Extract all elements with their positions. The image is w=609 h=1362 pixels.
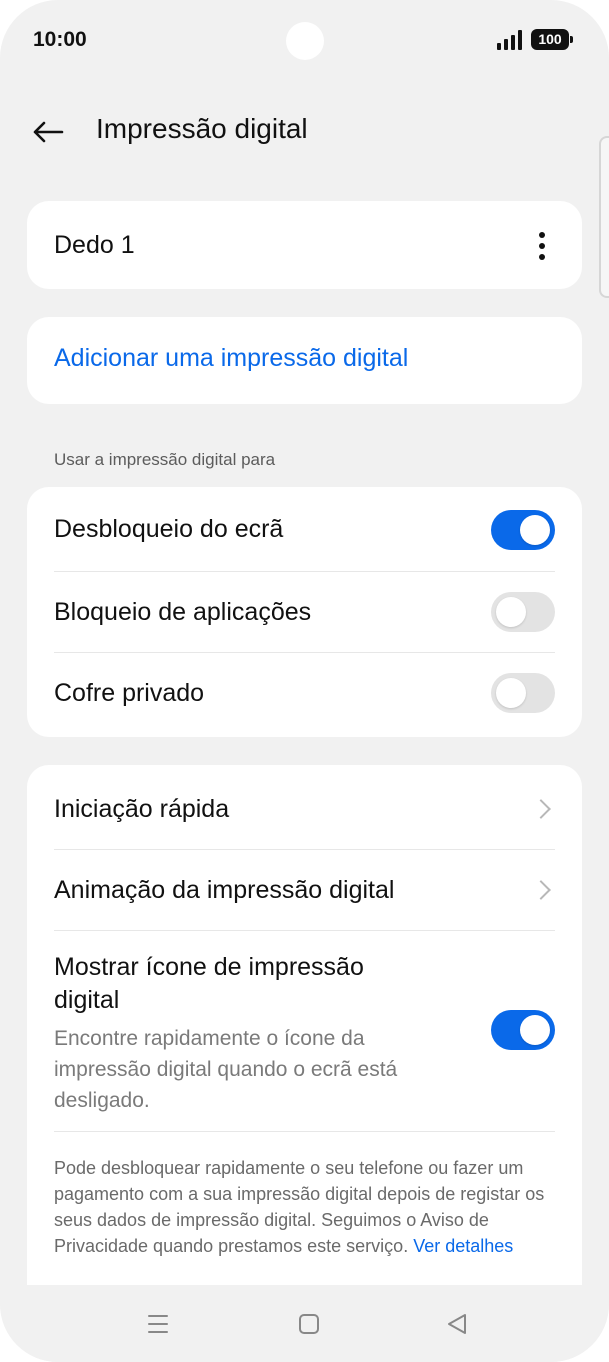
toggle-show-fingerprint-icon[interactable] xyxy=(491,1010,555,1050)
divider xyxy=(54,1131,555,1132)
menu-icon[interactable] xyxy=(148,1315,168,1333)
add-fingerprint-button[interactable]: Adicionar uma impressão digital xyxy=(54,344,408,373)
scrollbar-handle[interactable] xyxy=(599,136,609,298)
status-time: 10:00 xyxy=(33,28,87,51)
toggle-app-lock[interactable] xyxy=(491,592,555,632)
battery-icon: 100 xyxy=(531,29,573,50)
setting-label: Animação da impressão digital xyxy=(54,875,395,904)
arrow-left-icon xyxy=(33,121,64,143)
back-button[interactable] xyxy=(28,112,68,152)
usage-card: Desbloqueio do ecrã Bloqueio de aplicaçõ… xyxy=(27,487,582,737)
add-fingerprint-card[interactable]: Adicionar uma impressão digital xyxy=(27,317,582,404)
privacy-notice: Pode desbloquear rapidamente o seu telef… xyxy=(54,1155,558,1259)
fingerprint-item[interactable]: Dedo 1 xyxy=(54,201,555,289)
signal-icon xyxy=(497,30,523,50)
navigation-bar xyxy=(0,1285,609,1362)
show-icon-description: Encontre rapidamente o ícone da impressã… xyxy=(54,1027,398,1112)
view-details-link[interactable]: Ver detalhes xyxy=(413,1236,513,1256)
setting-label: Bloqueio de aplicações xyxy=(54,597,312,626)
setting-label: Desbloqueio do ecrã xyxy=(54,515,284,543)
toggle-private-safe[interactable] xyxy=(491,673,555,713)
setting-label: Iniciação rápida xyxy=(54,794,230,823)
status-bar: 10:00 100 xyxy=(0,0,609,80)
phone-screen: 10:00 100 Impressão digital Dedo 1 Adici… xyxy=(0,0,609,1362)
show-icon-title: Mostrar ícone de impressão digital xyxy=(54,953,364,1014)
more-vertical-icon[interactable] xyxy=(538,232,546,260)
setting-row-screen-unlock[interactable]: Desbloqueio do ecrã xyxy=(54,487,555,572)
more-settings-card: Iniciação rápida Animação da impressão d… xyxy=(27,765,582,1305)
setting-row-fingerprint-animation[interactable]: Animação da impressão digital xyxy=(54,850,555,930)
front-camera xyxy=(286,22,324,60)
fingerprint-label: Dedo 1 xyxy=(54,230,135,259)
home-icon[interactable] xyxy=(299,1314,319,1334)
fingerprint-card: Dedo 1 xyxy=(27,201,582,289)
divider xyxy=(54,930,555,931)
section-label-usage: Usar a impressão digital para xyxy=(54,450,276,469)
setting-row-private-safe[interactable]: Cofre privado xyxy=(54,653,555,733)
setting-label: Cofre privado xyxy=(54,678,205,707)
setting-row-quick-launch[interactable]: Iniciação rápida xyxy=(54,769,555,849)
back-triangle-icon[interactable] xyxy=(446,1313,468,1335)
setting-row-app-lock[interactable]: Bloqueio de aplicações xyxy=(54,572,555,652)
toggle-screen-unlock[interactable] xyxy=(491,510,555,550)
page-title: Impressão digital xyxy=(96,113,308,144)
